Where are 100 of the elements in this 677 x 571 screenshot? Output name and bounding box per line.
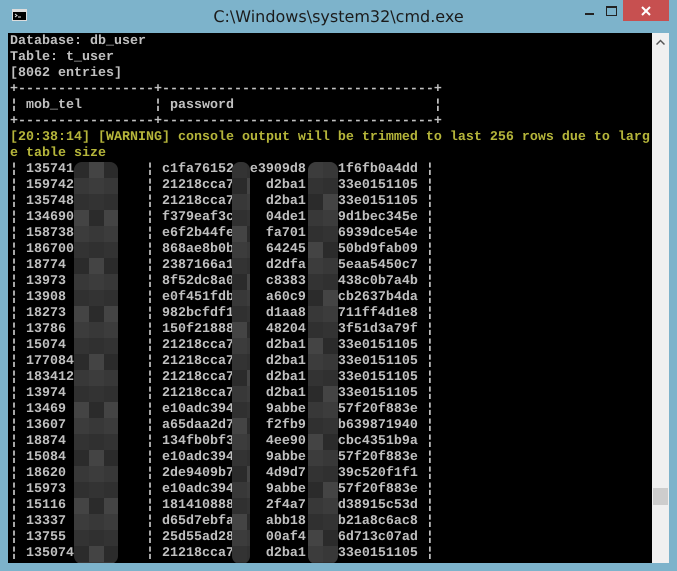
password-fragment: ¦ 2de9409b7 (146, 466, 234, 482)
table-cell: ¦ 18620 (10, 466, 66, 482)
table-cell: ¦ 158738 (10, 226, 74, 242)
table-cell: ¦ 18273 (10, 306, 66, 322)
console-line: ¦ mob_tel ¦ password ¦ (10, 98, 442, 114)
password-fragment: b639871940 ¦ (338, 418, 434, 434)
password-fragment: cb2637b4da ¦ (338, 290, 434, 306)
scroll-up-icon[interactable] (656, 39, 665, 45)
password-fragment: 00af4 (266, 530, 306, 546)
password-fragment: 4d9d7 (266, 466, 306, 482)
warning-message: e table size (10, 146, 106, 162)
password-fragment: ¦ 21218cca7 (146, 546, 234, 562)
password-fragment: ¦ 982bcfdf1 (146, 306, 234, 322)
password-fragment: 39c520f1f1 ¦ (338, 466, 434, 482)
password-fragment: ¦ 21218cca7 (146, 354, 234, 370)
password-fragment: 9abbe (266, 402, 306, 418)
minimize-icon (584, 13, 594, 15)
password-fragment: 50bd9fab09 ¦ (338, 242, 434, 258)
close-icon (641, 6, 651, 16)
password-fragment: ¦ 25d55ad28 (146, 530, 234, 546)
password-fragment: c8383 (266, 274, 306, 290)
password-fragment: 9abbe (266, 482, 306, 498)
password-fragment: 6d713c07ad ¦ (338, 530, 434, 546)
password-fragment: ¦ 21218cca7 (146, 194, 234, 210)
table-cell: ¦ 135741 (10, 162, 74, 178)
password-fragment: ¦ e6f2b44fe (146, 226, 234, 242)
password-fragment: ¦ 21218cca7 (146, 370, 234, 386)
password-fragment: 64245 (266, 242, 306, 258)
table-cell: ¦ 18774 (10, 258, 66, 274)
table-cell: ¦ 134690 (10, 210, 74, 226)
table-cell: ¦ 15116 (10, 498, 66, 514)
console-line: +-----------------+----------------------------------+ (10, 82, 442, 98)
password-fragment: ¦ e10adc394 (146, 402, 234, 418)
password-fragment: 5eaa5450c7 ¦ (338, 258, 434, 274)
password-fragment: ¦ 21218cca7 (146, 178, 234, 194)
password-fragment: 33e0151105 ¦ (338, 546, 434, 562)
table-cell: ¦ 15084 (10, 450, 66, 466)
table-cell: ¦ 177084 (10, 354, 74, 370)
console-app-icon (12, 9, 27, 21)
table-cell: ¦ 18874 (10, 434, 66, 450)
table-cell: ¦ 13908 (10, 290, 66, 306)
password-fragment: ¦ e0f451fdb (146, 290, 234, 306)
password-fragment: 04de1 (266, 210, 306, 226)
password-fragment: abb18 (266, 514, 306, 530)
console-line: Table: t_user (10, 50, 114, 66)
console-line: [8062 entries] (10, 66, 122, 82)
table-cell: ¦ 13337 (10, 514, 66, 530)
table-cell: ¦ 135748 (10, 194, 74, 210)
password-fragment: ¦ 8f52dc8a0 (146, 274, 234, 290)
console-line: Database: db_user (10, 34, 146, 50)
password-fragment: d2dfa (266, 258, 306, 274)
password-fragment: 33e0151105 ¦ (338, 178, 434, 194)
password-fragment: d2ba1 (266, 178, 306, 194)
table-cell: ¦ 13974 (10, 386, 66, 402)
close-button[interactable] (623, 0, 669, 21)
table-cell: ¦ 135074 (10, 546, 74, 562)
table-cell: ¦ 13469 (10, 402, 66, 418)
password-fragment: 33e0151105 ¦ (338, 386, 434, 402)
password-fragment: d2ba1 (266, 386, 306, 402)
password-fragment: d38915c53d ¦ (338, 498, 434, 514)
password-fragment: 711ff4d1e8 ¦ (338, 306, 434, 322)
table-cell: ¦ 159742 (10, 178, 74, 194)
table-cell: ¦ 183412 (10, 370, 74, 386)
password-fragment: 6939dce54e ¦ (338, 226, 434, 242)
password-fragment: fa701 (266, 226, 306, 242)
console-line: +-----------------+----------------------------------+ (10, 114, 442, 130)
password-fragment: ¦ e10adc394 (146, 482, 234, 498)
password-fragment: ¦ 2387166a1 (146, 258, 234, 274)
password-fragment: ¦ 21218cca7 (146, 386, 234, 402)
password-fragment: ¦ 134fb0bf3 (146, 434, 234, 450)
password-fragment: d2ba1 (266, 546, 306, 562)
password-fragment: ¦ c1fa76152 (146, 162, 234, 178)
password-fragment: 57f20f883e ¦ (338, 482, 434, 498)
password-fragment: 33e0151105 ¦ (338, 194, 434, 210)
password-fragment: ¦ d65d7ebfa (146, 514, 234, 530)
password-fragment: 3f51d3a79f ¦ (338, 322, 434, 338)
password-fragment: ¦ e10adc394 (146, 450, 234, 466)
password-fragment: ¦ a65daa2d7 (146, 418, 234, 434)
table-cell: ¦ 15074 (10, 338, 66, 354)
password-fragment: ¦ 21218cca7 (146, 338, 234, 354)
scrollbar[interactable] (652, 33, 669, 563)
password-fragment: cbc4351b9a ¦ (338, 434, 434, 450)
password-fragment: 9d1bec345e ¦ (338, 210, 434, 226)
window-title: C:\Windows\system32\cmd.exe (213, 6, 464, 28)
password-fragment: 2f4a7 (266, 498, 306, 514)
maximize-icon (606, 6, 616, 16)
password-fragment: d2ba1 (266, 370, 306, 386)
table-cell: ¦ 13973 (10, 274, 66, 290)
password-fragment: 4ee90 (266, 434, 306, 450)
table-cell: ¦ 13607 (10, 418, 66, 434)
password-fragment: 33e0151105 ¦ (338, 338, 434, 354)
scrollbar-thumb[interactable] (653, 488, 668, 505)
password-fragment: d2ba1 (266, 194, 306, 210)
password-fragment: 9abbe (266, 450, 306, 466)
password-fragment: ¦ 181410888 (146, 498, 234, 514)
password-fragment: 438c0b7a4b ¦ (338, 274, 434, 290)
password-fragment: 48204 (266, 322, 306, 338)
password-fragment: f2fb9 (266, 418, 306, 434)
password-fragment: ¦ f379eaf3c (146, 210, 234, 226)
password-fragment: ¦ 150f21888 (146, 322, 234, 338)
